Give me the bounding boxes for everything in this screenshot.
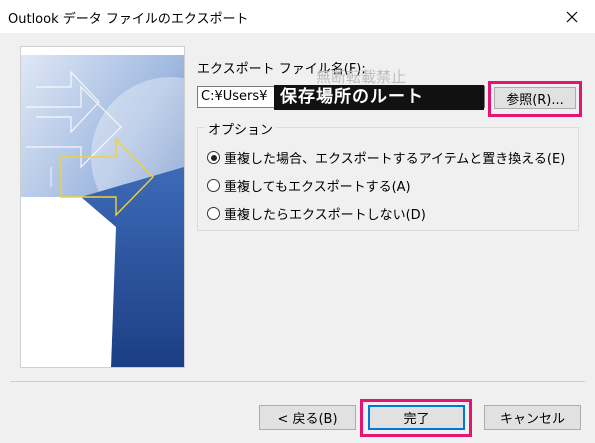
option-label: 重複したらエクスポートしない(D) [224,208,426,223]
wizard-illustration [20,46,185,368]
back-button[interactable]: < 戻る(B) [259,405,356,430]
finish-highlight-frame [360,399,472,437]
radio-button-selected[interactable] [207,151,220,164]
radio-button[interactable] [207,207,220,220]
export-dialog: Outlook データ ファイルのエクスポート エクスポート ファイル名(F):… [0,0,595,443]
option-label: 重複してもエクスポートする(A) [224,180,411,195]
title-bar: Outlook データ ファイルのエクスポート [0,0,595,33]
option-replace[interactable]: 重複した場合、エクスポートするアイテムと置き換える(E) [207,148,565,167]
annotation-overlay: 保存場所のルート [274,85,484,110]
options-title: オプション [205,119,277,138]
radio-button[interactable] [207,179,220,192]
option-label: 重複した場合、エクスポートするアイテムと置き換える(E) [224,152,566,167]
watermark-text: 無断転載禁止 [316,68,407,86]
option-allow-duplicates[interactable]: 重複してもエクスポートする(A) [207,176,411,195]
close-icon [566,11,578,22]
close-button[interactable] [549,0,595,33]
option-skip-duplicates[interactable]: 重複したらエクスポートしない(D) [207,204,426,223]
separator [10,381,585,382]
browse-highlight-frame [488,81,582,117]
cancel-button[interactable]: キャンセル [484,405,581,430]
export-filename-value: C:¥Users¥ [201,89,268,104]
window-title: Outlook データ ファイルのエクスポート [8,12,249,27]
